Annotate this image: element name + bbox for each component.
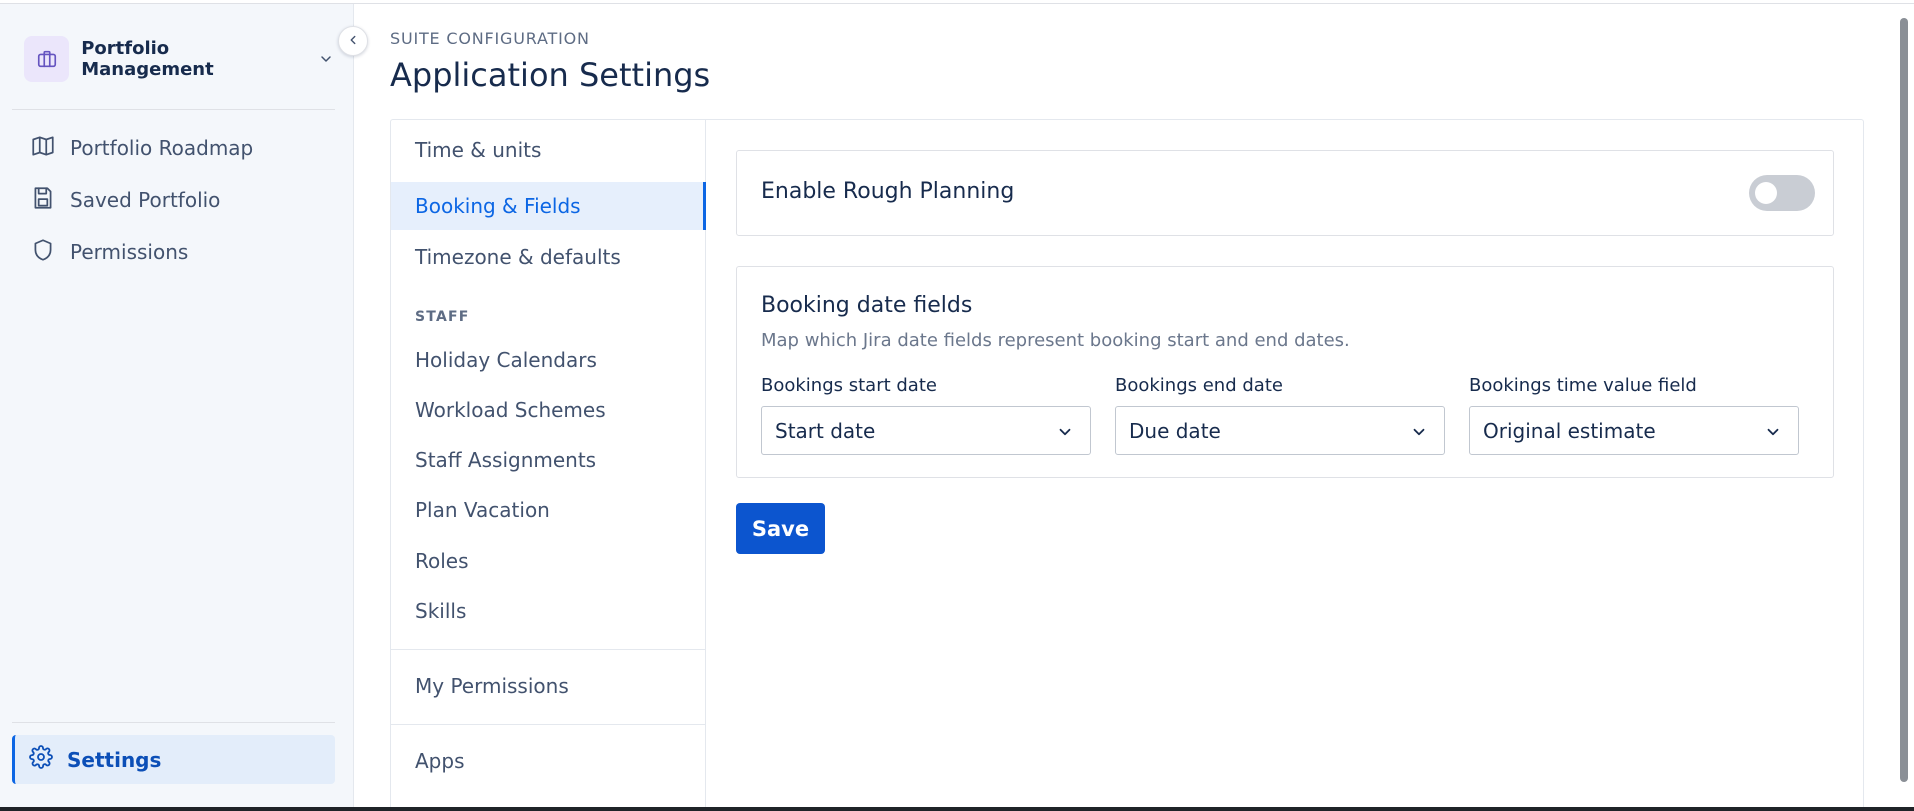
sidebar-item-permissions[interactable]: Permissions — [30, 234, 188, 270]
subnav-item-roles[interactable]: Roles — [391, 537, 706, 585]
sidebar-item-settings[interactable]: Settings — [12, 735, 335, 784]
shield-icon — [30, 237, 70, 268]
chevron-down-icon — [1410, 422, 1428, 446]
sidebar-item-portfolio-roadmap[interactable]: Portfolio Roadmap — [30, 130, 253, 166]
time-value-field-value: Original estimate — [1483, 418, 1656, 443]
sidebar-item-label: Settings — [67, 747, 162, 772]
time-value-field-label: Bookings time value field — [1469, 375, 1697, 396]
subnav-item-timezone-defaults[interactable]: Timezone & defaults — [391, 233, 706, 281]
rough-planning-toggle[interactable] — [1749, 175, 1815, 211]
settings-subnav: Time & units Booking & Fields Timezone &… — [391, 120, 706, 811]
subnav-item-my-permissions[interactable]: My Permissions — [391, 662, 706, 710]
sidebar: Portfolio Management Portfolio Roadmap S… — [0, 4, 354, 807]
sidebar-item-label: Saved Portfolio — [70, 188, 221, 212]
map-icon — [30, 133, 70, 164]
sidebar-divider — [12, 722, 335, 723]
settings-panel: Time & units Booking & Fields Timezone &… — [390, 119, 1864, 811]
page-kicker: SUITE CONFIGURATION — [390, 29, 590, 48]
toggle-knob — [1755, 182, 1777, 204]
collapse-sidebar-button[interactable] — [338, 26, 368, 56]
chevron-down-icon — [1764, 422, 1782, 446]
rough-planning-label: Enable Rough Planning — [761, 179, 1015, 204]
start-date-label: Bookings start date — [761, 375, 937, 396]
chevron-down-icon — [318, 51, 334, 67]
page-title: Application Settings — [390, 56, 711, 94]
end-date-value: Due date — [1129, 418, 1221, 443]
sidebar-item-saved-portfolio[interactable]: Saved Portfolio — [30, 182, 220, 218]
subnav-item-staff-assignments[interactable]: Staff Assignments — [391, 436, 706, 484]
subnav-item-workload-schemes[interactable]: Workload Schemes — [391, 386, 706, 434]
chevron-left-icon — [346, 32, 360, 51]
briefcase-icon — [24, 36, 70, 82]
sidebar-item-label: Permissions — [70, 240, 189, 264]
chevron-down-icon — [1056, 422, 1074, 446]
subnav-item-holiday-calendars[interactable]: Holiday Calendars — [391, 336, 706, 384]
subnav-divider — [391, 649, 706, 650]
booking-date-fields-card: Booking date fields Map which Jira date … — [736, 266, 1834, 478]
time-value-field-select[interactable]: Original estimate — [1469, 406, 1799, 455]
subnav-item-plan-vacation[interactable]: Plan Vacation — [391, 486, 706, 534]
subnav-item-skills[interactable]: Skills — [391, 587, 706, 635]
sidebar-divider — [12, 109, 335, 110]
settings-content: Enable Rough Planning Booking date field… — [706, 120, 1864, 811]
save-icon — [30, 185, 70, 216]
project-name: Portfolio Management — [81, 38, 214, 80]
project-switcher[interactable]: Portfolio Management — [24, 36, 334, 82]
bottom-strip — [0, 807, 1914, 811]
booking-date-fields-title: Booking date fields — [761, 293, 973, 318]
sidebar-item-label: Portfolio Roadmap — [70, 136, 254, 160]
subnav-section-staff: STAFF — [415, 309, 470, 325]
save-button[interactable]: Save — [736, 503, 825, 554]
subnav-divider — [391, 724, 706, 725]
gear-icon — [29, 745, 67, 774]
end-date-label: Bookings end date — [1115, 375, 1283, 396]
subnav-item-time-units[interactable]: Time & units — [391, 126, 706, 174]
rough-planning-card: Enable Rough Planning — [736, 150, 1834, 236]
booking-date-fields-description: Map which Jira date fields represent boo… — [761, 330, 1350, 351]
page-scrollbar[interactable] — [1900, 18, 1908, 782]
start-date-value: Start date — [775, 418, 876, 443]
end-date-select[interactable]: Due date — [1115, 406, 1445, 455]
subnav-item-apps[interactable]: Apps — [391, 737, 706, 785]
start-date-select[interactable]: Start date — [761, 406, 1091, 455]
subnav-item-booking-fields[interactable]: Booking & Fields — [391, 182, 706, 230]
